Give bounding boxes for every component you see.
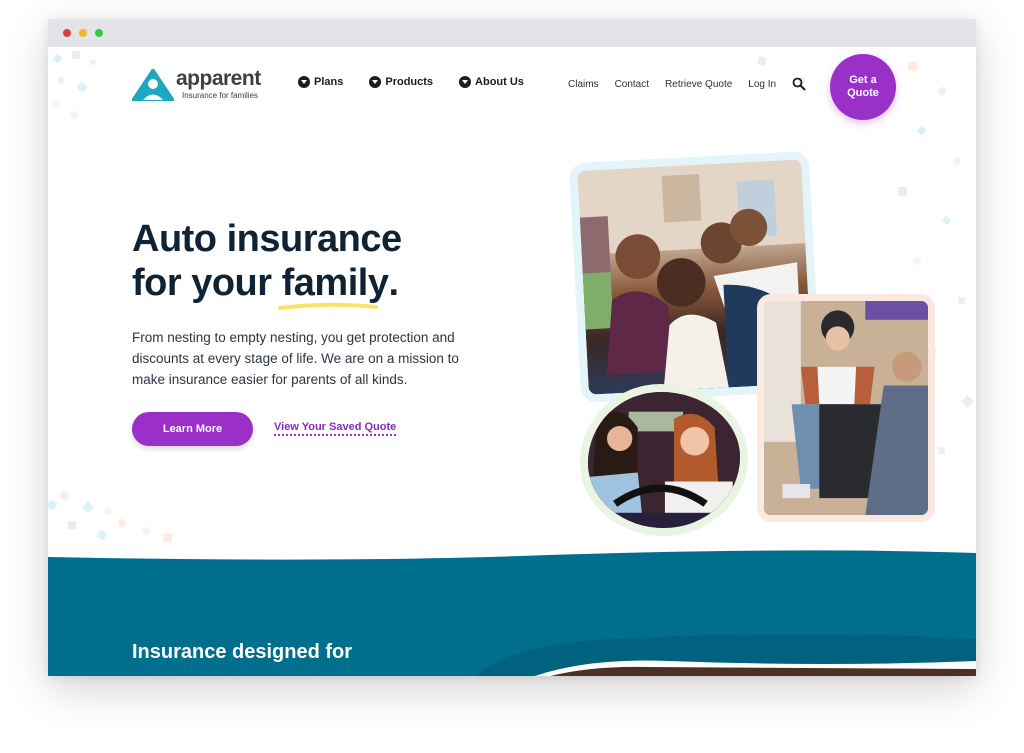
car-driving-photo <box>580 384 748 536</box>
hero-title-line2-prefix: for your <box>132 262 282 304</box>
nav-plans[interactable]: Plans <box>298 76 343 88</box>
nav-about-us[interactable]: About Us <box>459 76 524 88</box>
browser-window: apparent Insurance for families Plans Pr… <box>48 19 976 676</box>
nav-log-in[interactable]: Log In <box>748 79 776 90</box>
logo[interactable]: apparent Insurance for families <box>132 67 272 103</box>
confetti-decoration-top-left <box>48 47 128 137</box>
hero-title-highlight-text: family <box>281 262 389 304</box>
hero-title-line1: Auto insurance <box>132 218 402 260</box>
chevron-down-icon <box>298 76 310 88</box>
main-nav: Plans Products About Us <box>298 76 550 88</box>
hero-title-suffix: . <box>388 262 399 304</box>
nav-contact[interactable]: Contact <box>615 79 649 90</box>
web-page: apparent Insurance for families Plans Pr… <box>48 47 976 676</box>
logo-tagline: Insurance for families <box>182 91 259 100</box>
hero-description: From nesting to empty nesting, you get p… <box>132 330 459 387</box>
learn-more-button[interactable]: Learn More <box>132 412 253 446</box>
nav-retrieve-quote[interactable]: Retrieve Quote <box>665 79 732 90</box>
view-saved-quote-link[interactable]: View Your Saved Quote <box>274 421 397 436</box>
nav-claims[interactable]: Claims <box>568 79 599 90</box>
nav-products-label: Products <box>385 76 434 88</box>
get-a-quote-button[interactable]: Get a Quote <box>830 54 896 120</box>
confetti-decoration-bottom-left <box>48 487 188 547</box>
minimize-window-button[interactable] <box>79 29 87 37</box>
maximize-window-button[interactable] <box>95 29 103 37</box>
chevron-down-icon <box>369 76 382 88</box>
teen-motorcycle-photo <box>757 294 935 522</box>
nav-products[interactable]: Products <box>369 76 433 88</box>
yellow-underline-decoration <box>277 302 378 310</box>
utility-nav: Claims Contact Retrieve Quote Log In <box>568 77 806 91</box>
nav-plans-label: Plans <box>314 76 344 88</box>
hero-title-highlight: family <box>277 261 389 310</box>
logo-name: apparent <box>176 67 261 90</box>
get-a-quote-line1: Get a <box>849 74 877 86</box>
search-icon[interactable] <box>792 77 806 91</box>
apparent-logo-icon <box>132 69 174 101</box>
car-driving-photo-image <box>588 392 740 528</box>
nav-about-us-label: About Us <box>475 76 524 88</box>
teen-motorcycle-photo-image <box>764 301 928 515</box>
section-title: Insurance designed for <box>132 641 353 663</box>
close-window-button[interactable] <box>63 29 71 37</box>
hero-title: Auto insurance for your family. <box>132 217 492 310</box>
browser-titlebar <box>48 19 976 47</box>
chevron-down-icon <box>459 76 472 88</box>
get-a-quote-line2: Quote <box>847 87 879 99</box>
